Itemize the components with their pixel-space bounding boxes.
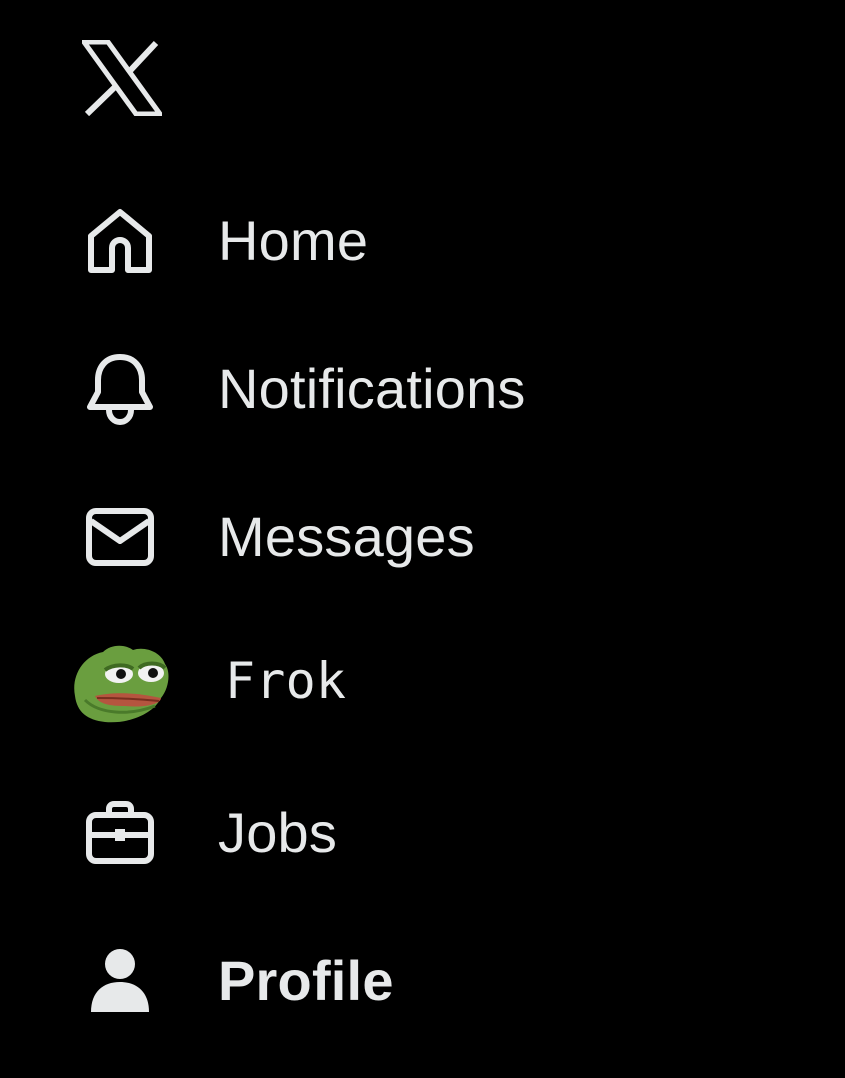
sidebar-item-label: Notifications — [218, 357, 526, 420]
envelope-icon — [60, 482, 180, 592]
sidebar-item-label: Messages — [218, 505, 475, 568]
sidebar-item-label: Jobs — [218, 801, 338, 864]
briefcase-icon — [60, 778, 180, 888]
sidebar-item-notifications[interactable]: Notifications — [60, 334, 680, 444]
x-logo-icon[interactable] — [79, 39, 165, 117]
sidebar-item-label: Profile — [218, 949, 394, 1012]
bell-icon — [60, 334, 180, 444]
frog-avatar-icon — [60, 626, 180, 736]
sidebar-item-home[interactable]: Home — [60, 186, 680, 296]
sidebar-item-messages[interactable]: Messages — [60, 482, 680, 592]
sidebar-item-frok[interactable]: Frok — [60, 626, 680, 736]
home-icon — [60, 186, 180, 296]
sidebar-item-jobs[interactable]: Jobs — [60, 778, 680, 888]
sidebar-item-profile[interactable]: Profile — [60, 926, 680, 1036]
person-icon — [60, 926, 180, 1036]
sidebar-item-label: Frok — [225, 652, 347, 710]
sidebar-item-label: Home — [218, 209, 369, 272]
